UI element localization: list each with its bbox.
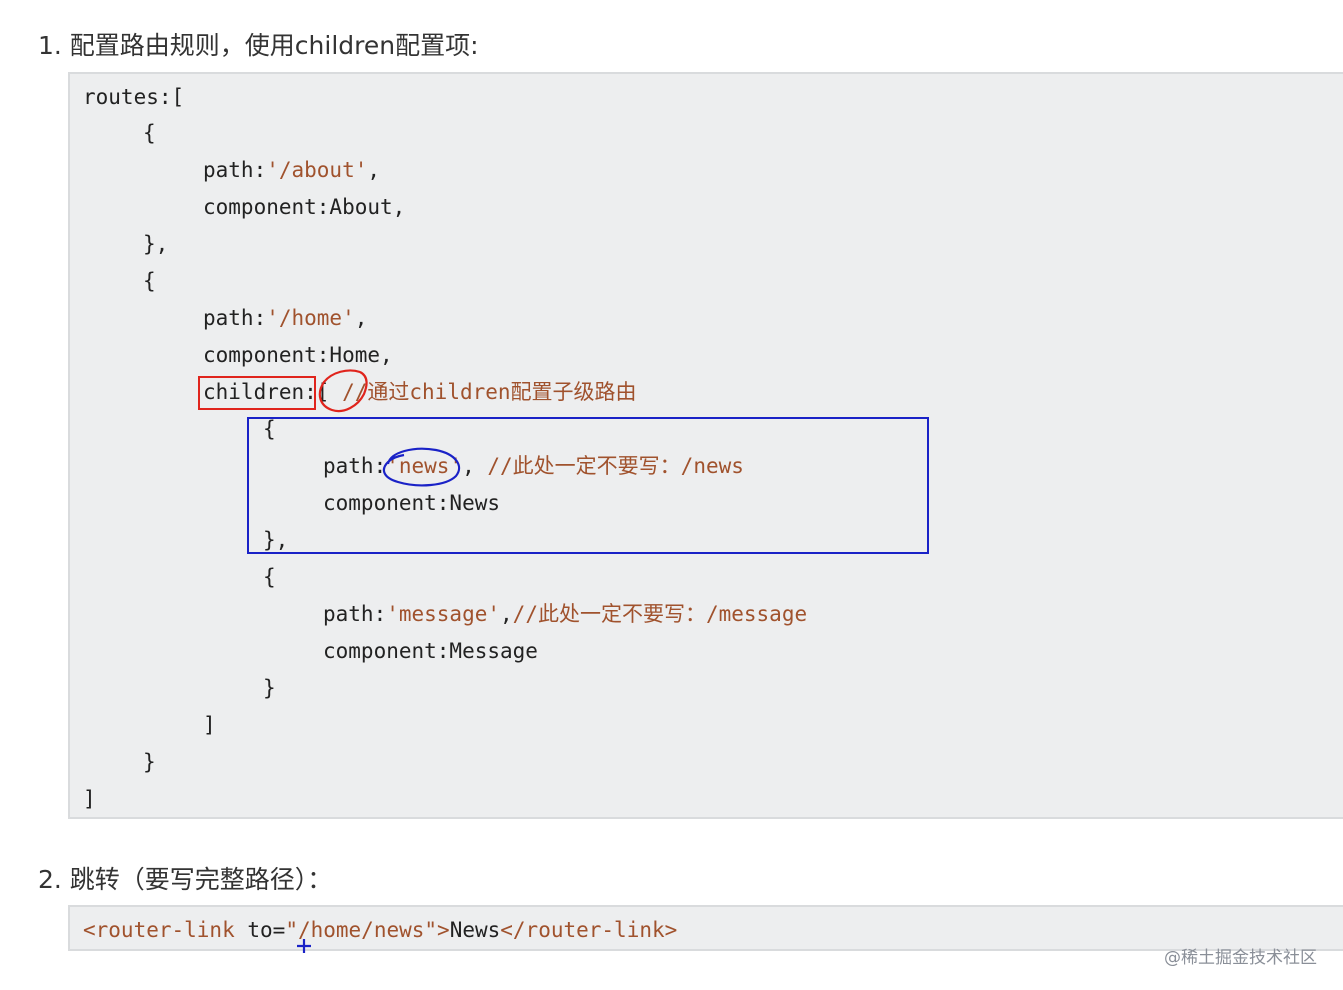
code-token-tag-open: <router-link — [83, 918, 235, 942]
code-line-about-brace-open: { — [143, 121, 156, 145]
news-route-highlight-box — [247, 417, 929, 554]
code-token-string: '/about' — [266, 158, 368, 182]
code-line-message-path: path:'message',//此处一定不要写：/message — [323, 601, 807, 627]
code-token-key: path: — [323, 602, 387, 626]
news-circle-annotation — [382, 447, 461, 487]
code-line-routes-open: routes:[ — [83, 85, 185, 109]
code-line-home-brace-open: { — [143, 269, 156, 293]
code-token-text: News — [449, 918, 501, 942]
step-2-heading: 2. 跳转（要写完整路径）： — [38, 865, 333, 894]
code-line-children-close: ] — [203, 713, 216, 737]
code-token-tag-close: </router-link> — [500, 918, 678, 942]
code-token-punct: , — [500, 602, 513, 626]
code-line-message-component: component:Message — [323, 639, 538, 663]
code-line-about-component: component:About, — [203, 195, 406, 219]
watermark: @稀土掘金技术社区 — [1164, 948, 1317, 968]
children-highlight-box — [198, 376, 316, 410]
code-comment-children: //通过children配置子级路由 — [342, 380, 637, 404]
code-line-about-brace-close: }, — [143, 232, 169, 256]
code-token-punct: , — [367, 158, 381, 182]
cursor-crosshair-icon — [297, 939, 311, 953]
code-line-home-path: path:'/home', — [203, 305, 367, 331]
code-line-about-path: path:'/about', — [203, 157, 380, 183]
code-token-tag-end: > — [437, 918, 450, 942]
code-line-message-brace-open: { — [263, 565, 276, 589]
code-token-attr: to= — [247, 918, 286, 942]
code-comment-message: //此处一定不要写：/message — [512, 602, 808, 626]
code-line-routes-close: ] — [83, 787, 96, 811]
code-token-string: '/home' — [266, 306, 355, 330]
code-token-string: 'message' — [386, 602, 501, 626]
colon-circle-annotation — [318, 369, 368, 413]
code-line-home-component: component:Home, — [203, 343, 393, 367]
code-token-key: path: — [203, 306, 267, 330]
code-token-key: path: — [203, 158, 267, 182]
code-line-router-link: <router-link to="/home/news">News</route… — [83, 917, 677, 943]
step-1-heading: 1. 配置路由规则，使用children配置项: — [38, 31, 479, 60]
code-token-punct: , — [354, 306, 368, 330]
code-line-message-brace-close: } — [263, 676, 276, 700]
code-line-home-brace-close: } — [143, 750, 156, 774]
